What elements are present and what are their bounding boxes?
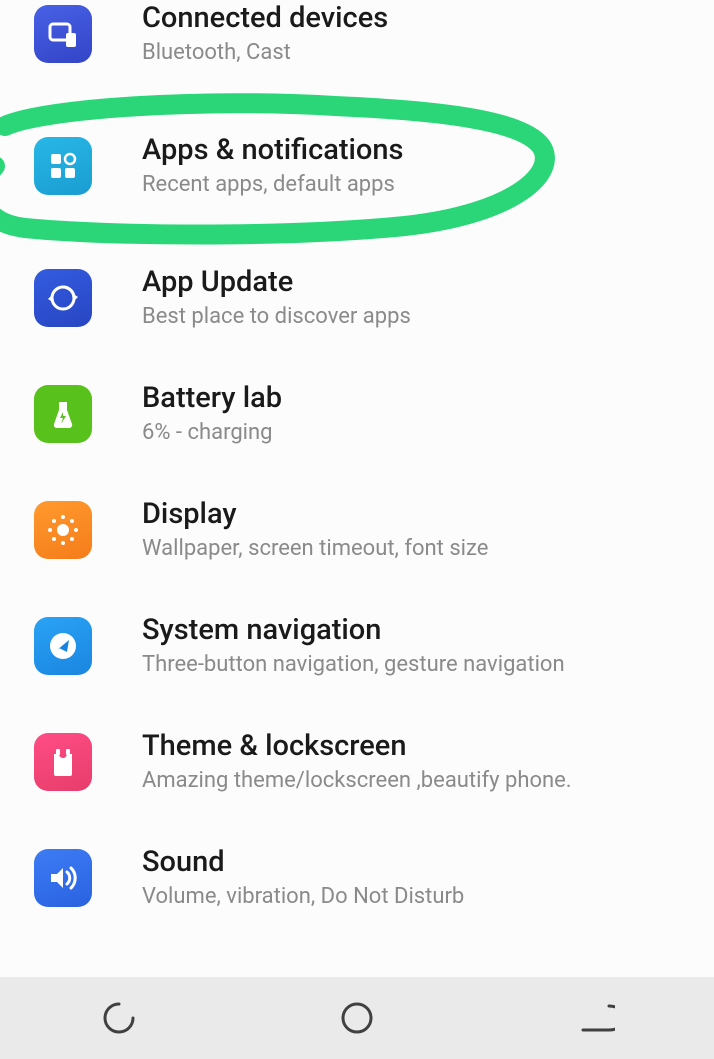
settings-item-text: Connected devices Bluetooth, Cast — [142, 0, 680, 68]
settings-item-text: System navigation Three-button navigatio… — [142, 612, 680, 680]
settings-item-text: Display Wallpaper, screen timeout, font … — [142, 496, 680, 564]
settings-item-subtitle: Recent apps, default apps — [142, 170, 680, 200]
theme-lockscreen-icon — [34, 733, 92, 791]
settings-item-subtitle: Bluetooth, Cast — [142, 38, 680, 68]
recent-apps-button[interactable] — [95, 994, 143, 1042]
settings-item-theme-lockscreen[interactable]: Theme & lockscreen Amazing theme/lockscr… — [0, 704, 714, 820]
settings-item-title: System navigation — [142, 612, 680, 648]
settings-item-display[interactable]: Display Wallpaper, screen timeout, font … — [0, 472, 714, 588]
settings-item-title: Theme & lockscreen — [142, 728, 680, 764]
settings-item-text: Sound Volume, vibration, Do Not Disturb — [142, 844, 680, 912]
settings-item-subtitle: Volume, vibration, Do Not Disturb — [142, 882, 680, 912]
settings-item-text: Battery lab 6% - charging — [142, 380, 680, 448]
settings-item-title: Display — [142, 496, 680, 532]
settings-item-subtitle: 6% - charging — [142, 418, 680, 448]
navigation-bar — [0, 977, 714, 1059]
settings-item-title: Apps & notifications — [142, 132, 680, 168]
settings-item-title: App Update — [142, 264, 680, 300]
display-icon — [34, 501, 92, 559]
battery-lab-icon — [34, 385, 92, 443]
settings-item-subtitle: Best place to discover apps — [142, 302, 680, 332]
settings-list: Connected devices Bluetooth, Cast Apps &… — [0, 0, 714, 936]
settings-item-connected-devices[interactable]: Connected devices Bluetooth, Cast — [0, 0, 714, 92]
system-navigation-icon — [34, 617, 92, 675]
settings-item-app-update[interactable]: App Update Best place to discover apps — [0, 240, 714, 356]
settings-item-text: Apps & notifications Recent apps, defaul… — [142, 132, 680, 200]
settings-item-apps-notifications[interactable]: Apps & notifications Recent apps, defaul… — [0, 92, 714, 240]
app-update-icon — [34, 269, 92, 327]
settings-item-text: Theme & lockscreen Amazing theme/lockscr… — [142, 728, 680, 796]
settings-item-subtitle: Wallpaper, screen timeout, font size — [142, 534, 680, 564]
settings-item-subtitle: Three-button navigation, gesture navigat… — [142, 650, 680, 680]
settings-item-title: Connected devices — [142, 0, 680, 36]
settings-item-system-navigation[interactable]: System navigation Three-button navigatio… — [0, 588, 714, 704]
connected-devices-icon — [34, 5, 92, 63]
settings-item-battery-lab[interactable]: Battery lab 6% - charging — [0, 356, 714, 472]
settings-item-title: Battery lab — [142, 380, 680, 416]
settings-item-text: App Update Best place to discover apps — [142, 264, 680, 332]
apps-notifications-icon — [34, 137, 92, 195]
back-button[interactable] — [571, 994, 619, 1042]
settings-item-subtitle: Amazing theme/lockscreen ,beautify phone… — [142, 766, 680, 796]
settings-item-sound[interactable]: Sound Volume, vibration, Do Not Disturb — [0, 820, 714, 936]
home-button[interactable] — [333, 994, 381, 1042]
sound-icon — [34, 849, 92, 907]
settings-item-title: Sound — [142, 844, 680, 880]
